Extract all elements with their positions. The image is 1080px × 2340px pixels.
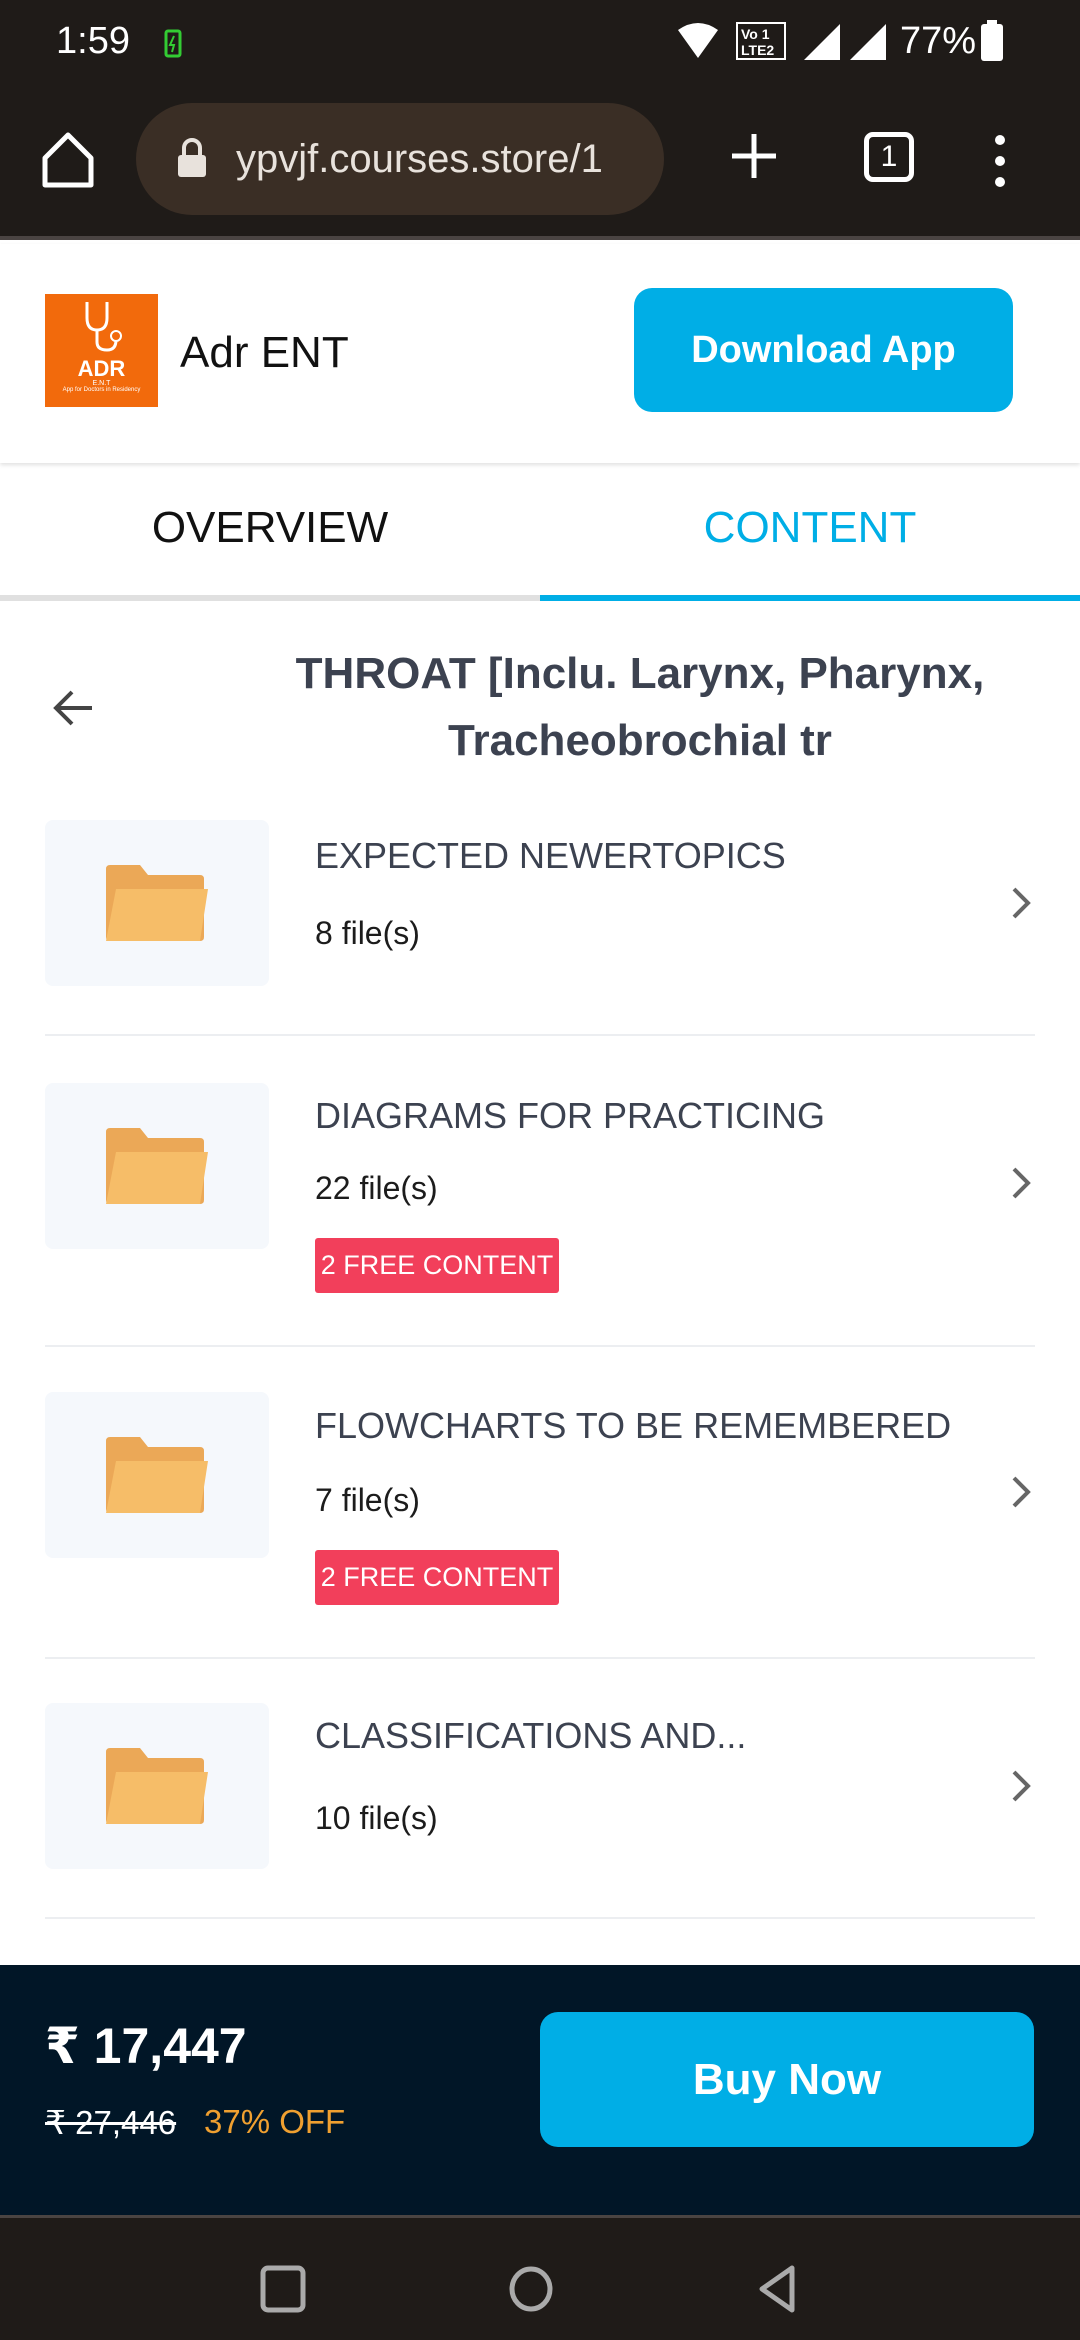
folder-thumbnail	[45, 1083, 269, 1249]
divider	[45, 1917, 1035, 1919]
svg-text:Vo 1: Vo 1	[741, 26, 770, 42]
recents-icon[interactable]	[258, 2264, 308, 2314]
folder-title: EXPECTED NEWERTOPICS	[315, 835, 786, 876]
signal-icon	[804, 24, 840, 60]
folder-icon	[106, 1128, 208, 1204]
battery-percent: 77%	[900, 20, 977, 62]
price: ₹ 17,447	[45, 2018, 247, 2074]
folder-title: FLOWCHARTS TO BE REMEMBERED	[315, 1405, 952, 1446]
url-bar[interactable]: ypvjf.courses.store/1	[136, 103, 664, 215]
file-count: 8 file(s)	[315, 915, 420, 951]
clock: 1:59	[56, 20, 130, 62]
wifi-icon	[678, 23, 718, 58]
app-logo: ADR E.N.T App for Doctors in Residency	[45, 294, 158, 407]
site-header: ADR E.N.T App for Doctors in Residency A…	[0, 244, 1080, 463]
buy-now-button[interactable]: Buy Now	[540, 2012, 1034, 2147]
more-options-icon[interactable]	[990, 134, 1010, 188]
download-app-button[interactable]: Download App	[634, 288, 1013, 412]
original-price: ₹ 27,446	[45, 2104, 177, 2141]
folder-icon	[106, 1748, 208, 1824]
new-tab-icon[interactable]	[730, 132, 778, 180]
chevron-right-icon[interactable]	[1002, 883, 1042, 923]
app-name: Adr ENT	[180, 328, 349, 377]
folder-thumbnail	[45, 820, 269, 986]
url-text: ypvjf.courses.store/1	[236, 137, 603, 181]
folder-thumbnail	[45, 1392, 269, 1558]
chevron-right-icon[interactable]	[1002, 1472, 1042, 1512]
divider	[45, 1657, 1035, 1659]
folder-thumbnail	[45, 1703, 269, 1869]
stethoscope-icon	[85, 302, 122, 352]
divider	[45, 1345, 1035, 1347]
chevron-right-icon[interactable]	[1002, 1766, 1042, 1806]
folder-title: CLASSIFICATIONS AND...	[315, 1715, 747, 1756]
file-count: 10 file(s)	[315, 1800, 438, 1836]
lock-icon	[178, 138, 206, 177]
browser-toolbar: ypvjf.courses.store/1 1	[0, 90, 1080, 240]
file-count: 7 file(s)	[315, 1482, 420, 1518]
purchase-bar: ₹ 17,447 ₹ 27,446 37% OFF Buy Now	[0, 1965, 1080, 2215]
folder-title: DIAGRAMS FOR PRACTICING	[315, 1095, 826, 1136]
back-nav-icon[interactable]	[754, 2264, 804, 2314]
tab-switcher-button[interactable]: 1	[864, 132, 914, 182]
tab-overview[interactable]: OVERVIEW	[0, 463, 540, 601]
volte-icon: Vo 1LTE2	[736, 22, 786, 60]
svg-text:LTE2: LTE2	[741, 42, 774, 58]
free-content-badge: 2 FREE CONTENT	[315, 1238, 559, 1293]
free-content-badge: 2 FREE CONTENT	[315, 1550, 559, 1605]
signal-icon-2	[850, 24, 886, 60]
battery-icon	[981, 20, 1003, 61]
tab-content[interactable]: CONTENT	[540, 463, 1080, 601]
status-bar: 1:59 Vo 1 LTE2 77%	[0, 0, 1080, 90]
folder-icon	[106, 1437, 208, 1513]
section-title: THROAT [Inclu. Larynx, Pharynx, Tracheob…	[295, 649, 985, 765]
home-icon[interactable]	[40, 130, 96, 190]
nav-bar	[0, 2215, 1080, 2340]
home-nav-icon[interactable]	[506, 2264, 556, 2314]
charging-icon	[164, 29, 182, 58]
divider	[45, 1034, 1035, 1036]
back-arrow-icon[interactable]	[52, 688, 94, 728]
file-count: 22 file(s)	[315, 1170, 438, 1206]
discount: 37% OFF	[204, 2103, 346, 2140]
folder-icon	[106, 865, 208, 941]
chevron-right-icon[interactable]	[1002, 1163, 1042, 1203]
